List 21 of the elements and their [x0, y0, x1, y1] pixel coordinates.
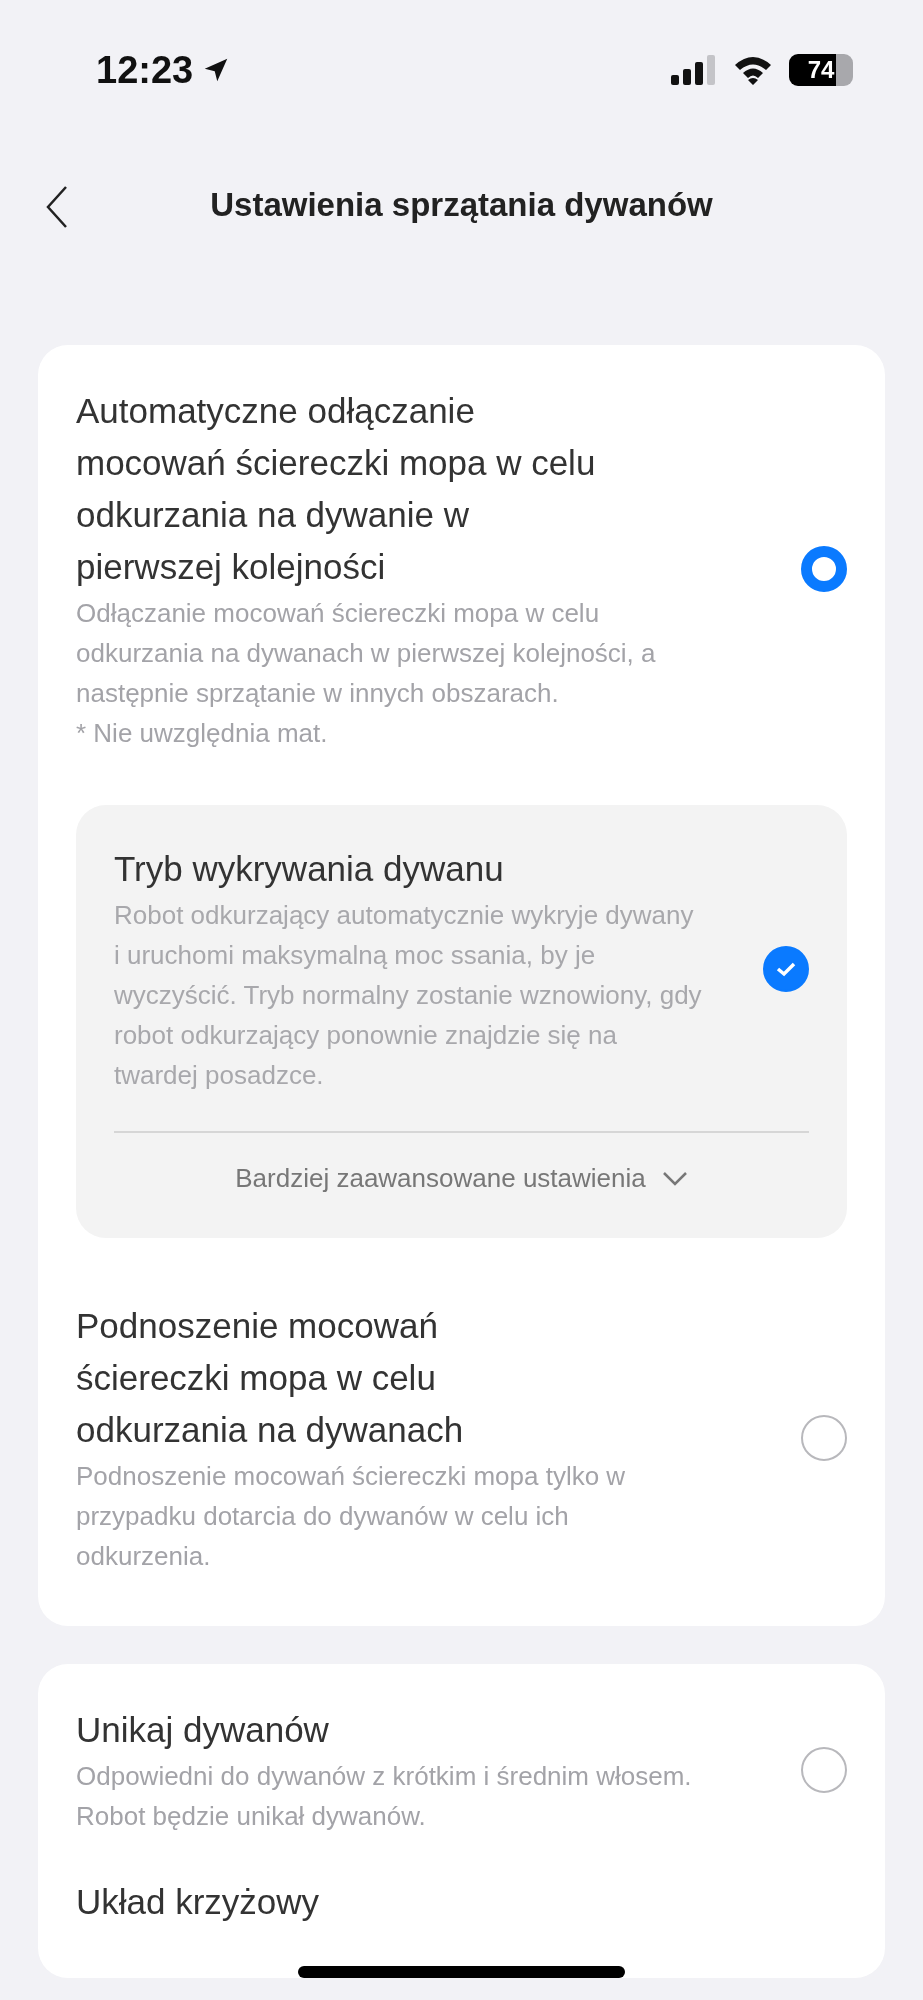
option-description: Odpowiedni do dywanów z krótkim i średnim włosem. Robot będzie unikał dywanów. [76, 1760, 693, 1833]
checkbox[interactable] [763, 946, 809, 992]
radio-button[interactable] [801, 1415, 847, 1461]
option-title: Podnoszenie mocowań ściereczki mopa w celu odkurzania na dywanach [76, 1305, 465, 1451]
clock-time: 12:23 [96, 47, 194, 93]
option-title: Unikaj dywanów [76, 1709, 330, 1751]
wifi-icon [733, 55, 773, 85]
signal-icon [671, 55, 717, 85]
option-title: Tryb wykrywania dywanu [114, 848, 505, 890]
advanced-settings-button[interactable]: Bardziej zaawansowane ustawienia [114, 1131, 809, 1238]
chevron-down-icon [661, 1170, 688, 1187]
option-title: Automatyczne odłączanie mocowań ściereczki mopa w celu odkurzania na dywanie w pierwszej kolejności [76, 390, 597, 588]
page-title: Ustawienia sprzątania dywanów [210, 185, 713, 226]
radio-button[interactable] [801, 546, 847, 592]
option-description: Odłączanie mocowań ściereczki mopa w celu odkurzania na dywanach w pierwszej kolejności, a następnie sprzątanie w innych obszarach. * Nie uwzględnia mat. [76, 597, 657, 750]
option-description: Robot odkurzający automatycznie wykryje dywany i uruchomi maksymalną moc ssania, by je wyczyścić. Tryb normalny zostanie wznowiony, gdy robot odkurzający ponownie znajdzie się na twardej posadzce. [114, 899, 703, 1092]
radio-button[interactable] [801, 1747, 847, 1793]
option-description: Podnoszenie mocowań ściereczki mopa tylko w przypadku dotarcia do dywanów w celu ich odkurzenia. [76, 1460, 627, 1573]
check-icon [776, 961, 796, 977]
option-title: Układ krzyżowy [76, 1881, 321, 1923]
battery-icon: 74 [789, 54, 853, 86]
